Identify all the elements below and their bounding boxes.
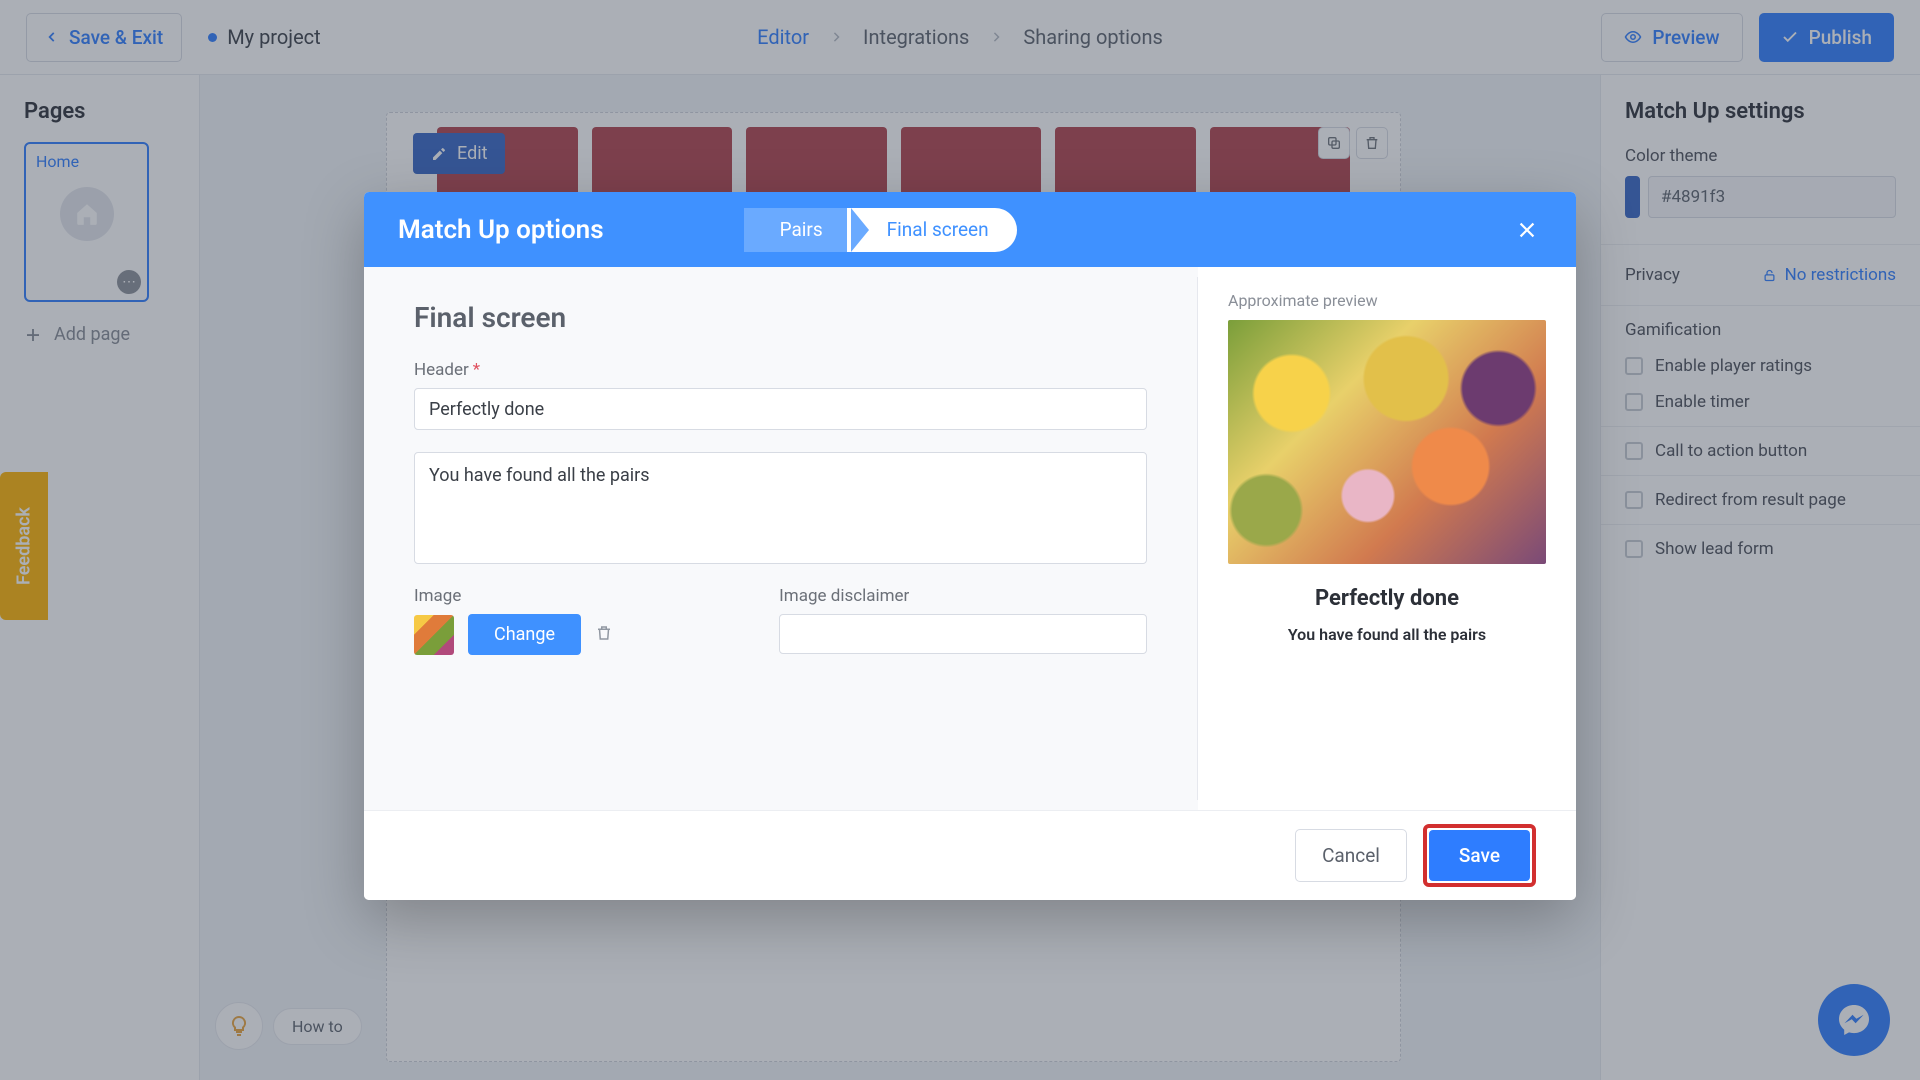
- disclaimer-input[interactable]: [779, 614, 1147, 654]
- header-label: Header*: [414, 360, 1147, 380]
- preview-image: [1228, 320, 1546, 564]
- modal-title: Match Up options: [398, 215, 604, 245]
- modal-header: Match Up options Pairs Final screen: [364, 192, 1576, 267]
- trash-icon: [595, 624, 613, 642]
- close-icon: [1516, 219, 1538, 241]
- modal-body: Final screen Header* You have found all …: [364, 267, 1576, 810]
- tab-pairs[interactable]: Pairs: [744, 208, 851, 252]
- modal-footer: Cancel Save: [364, 810, 1576, 900]
- header-input[interactable]: [414, 388, 1147, 430]
- matchup-options-modal: Match Up options Pairs Final screen Fina…: [364, 192, 1576, 900]
- image-label: Image: [414, 586, 751, 606]
- modal-tabs: Pairs Final screen: [744, 208, 1017, 252]
- modal-close-button[interactable]: [1512, 215, 1542, 245]
- section-heading: Final screen: [414, 301, 1147, 334]
- image-control: Change: [414, 614, 751, 655]
- change-image-button[interactable]: Change: [468, 614, 581, 655]
- description-input[interactable]: You have found all the pairs: [414, 452, 1147, 564]
- save-button-highlight: Save: [1423, 824, 1536, 887]
- image-thumbnail[interactable]: [414, 615, 454, 655]
- modal-preview: Approximate preview Perfectly done You h…: [1198, 267, 1576, 810]
- save-button[interactable]: Save: [1429, 830, 1530, 881]
- preview-subtitle: You have found all the pairs: [1228, 625, 1546, 644]
- preview-label: Approximate preview: [1228, 291, 1546, 310]
- remove-image-button[interactable]: [595, 624, 613, 646]
- preview-title: Perfectly done: [1228, 586, 1546, 611]
- cancel-button[interactable]: Cancel: [1295, 829, 1407, 882]
- tab-final-screen[interactable]: Final screen: [847, 208, 1017, 252]
- disclaimer-label: Image disclaimer: [779, 586, 1147, 606]
- modal-form: Final screen Header* You have found all …: [364, 267, 1197, 810]
